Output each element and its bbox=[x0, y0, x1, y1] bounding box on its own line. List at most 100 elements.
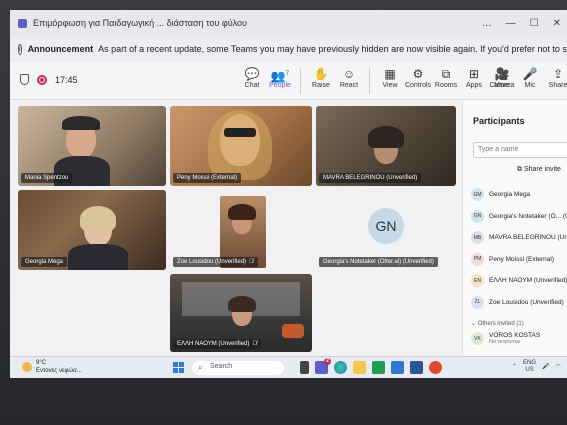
close-button[interactable]: ✕ bbox=[553, 18, 561, 29]
participant-avatar: PM bbox=[471, 252, 484, 266]
announcement-text: As part of a recent update, some Teams y… bbox=[98, 44, 567, 54]
headset-icon bbox=[62, 116, 100, 130]
view-icon: ▦ bbox=[384, 67, 396, 81]
glasses-icon bbox=[224, 128, 256, 137]
tile-name: ΕΛΛΗ ΝΑΟΥΜ (Unverified) 🎙̸ bbox=[173, 339, 261, 349]
participant-hair bbox=[208, 110, 272, 180]
toolbar-button-label: Apps bbox=[466, 82, 482, 89]
mic-off-icon: 🎙̸ bbox=[252, 341, 257, 347]
toolbar-button-view[interactable]: ▦ View bbox=[376, 66, 404, 96]
toolbar-button-label: React bbox=[339, 82, 359, 89]
title-bar: Επιμόρφωση για Παιδαγωγική ... διάσταση … bbox=[10, 10, 567, 36]
participant-avatar: GM bbox=[471, 188, 484, 202]
toolbar-button-rooms[interactable]: ⧉ Rooms bbox=[432, 66, 460, 96]
window-controls: … — ☐ ✕ bbox=[482, 10, 561, 36]
toolbar-divider bbox=[369, 68, 370, 94]
video-tile[interactable]: MAVRA BELEGRINOU (Unverified) bbox=[316, 106, 456, 186]
minimize-button[interactable]: — bbox=[506, 18, 516, 29]
toolbar-button-chat[interactable]: 💬 Chat bbox=[238, 66, 266, 96]
info-icon: i bbox=[18, 43, 22, 55]
toolbar-button-camera[interactable]: 🎥 Camera bbox=[488, 66, 516, 89]
taskbar-apps: 2 bbox=[300, 358, 442, 374]
apps-icon: ⊞ bbox=[468, 67, 480, 81]
rooms-icon: ⧉ bbox=[441, 67, 451, 81]
list-item[interactable]: GM Georgia Mega bbox=[471, 184, 567, 206]
weather-icon[interactable] bbox=[22, 362, 32, 372]
video-tile[interactable]: Zoe Lousidou (Unverified) 🎙̸ bbox=[170, 190, 312, 270]
toolbar-button-label: Camera bbox=[489, 82, 515, 89]
chat-icon: 💬 bbox=[244, 67, 260, 81]
task-view-icon[interactable] bbox=[300, 361, 309, 374]
panel-title: Participants bbox=[473, 116, 525, 126]
tile-name: Zoe Lousidou (Unverified) 🎙̸ bbox=[173, 257, 258, 267]
participant-name: Peny Moissi (External) bbox=[489, 255, 555, 263]
windows-taskbar: 9°C Εντονες νεφώσ... ⌕ Search 2 ⌃ ENG US … bbox=[10, 356, 567, 378]
participant-search-input[interactable]: Type a name bbox=[473, 142, 567, 158]
window-title: Επιμόρφωση για Παιδαγωγική ... διάσταση … bbox=[33, 18, 247, 28]
meeting-timer: 17:45 bbox=[55, 74, 78, 85]
weather-widget[interactable]: 9°C Εντονες νεφώσ... bbox=[36, 359, 82, 375]
react-icon: ☺ bbox=[342, 67, 356, 81]
participant-name: Zoe Lousidou (Unverified) bbox=[489, 298, 564, 306]
participant-name: ΕΛΛΗ ΝΑΟΥΜ (Unverified) bbox=[489, 277, 567, 285]
toolbar-device-actions: 🎥 Camera 🎤 Mic ⇪ Share bbox=[488, 66, 567, 89]
participant-hair bbox=[228, 204, 256, 220]
participant-avatar: MB bbox=[471, 231, 484, 245]
video-tile[interactable]: Georgia Mega bbox=[18, 190, 166, 270]
chevron-up-icon[interactable]: ⌃ bbox=[512, 364, 517, 371]
raise-icon: ✋ bbox=[313, 67, 329, 81]
share-icon: ⇪ bbox=[552, 67, 564, 81]
toolbar-button-apps[interactable]: ⊞ Apps bbox=[460, 66, 488, 96]
excel-icon[interactable] bbox=[372, 361, 385, 374]
list-item[interactable]: MB MAVRA BELEGRINOU (Unverifi bbox=[471, 227, 567, 249]
others-invited-header[interactable]: ⌄ Others invited (1) bbox=[471, 320, 524, 327]
screen: Επιμόρφωση για Παιδαγωγική ... διάσταση … bbox=[10, 10, 567, 378]
language-indicator[interactable]: ENG US bbox=[523, 360, 536, 374]
word-icon[interactable] bbox=[410, 361, 423, 374]
maximize-button[interactable]: ☐ bbox=[530, 18, 539, 29]
announcement-label: Announcement bbox=[27, 44, 94, 54]
tile-name: Mania Spentzou bbox=[21, 173, 73, 183]
toolbar-button-mic[interactable]: 🎤 Mic bbox=[516, 66, 544, 89]
toolbar-button-share[interactable]: ⇪ Share bbox=[544, 66, 567, 89]
video-tile[interactable]: ΕΛΛΗ ΝΑΟΥΜ (Unverified) 🎙̸ bbox=[170, 274, 312, 352]
more-options-icon[interactable]: … bbox=[482, 18, 492, 29]
tile-name: MAVRA BELEGRINOU (Unverified) bbox=[319, 173, 422, 183]
video-tile[interactable]: Peny Moissi (External) bbox=[170, 106, 312, 186]
background-chair bbox=[282, 324, 304, 338]
participant-hair bbox=[368, 126, 404, 148]
list-item[interactable]: VK VOROS KOSTAS No response bbox=[471, 332, 540, 345]
edge-icon[interactable] bbox=[334, 361, 347, 374]
start-button[interactable] bbox=[173, 362, 184, 373]
participant-count-badge: 7 bbox=[285, 71, 290, 77]
taskbar-search-input[interactable]: ⌕ Search bbox=[192, 361, 284, 375]
list-item[interactable]: ZL Zoe Lousidou (Unverified) bbox=[471, 292, 567, 314]
video-tile[interactable]: GN Georgia's Notetaker (Otter.ai) (Unver… bbox=[316, 190, 456, 270]
recording-icon bbox=[37, 74, 47, 85]
participant-name: MAVRA BELEGRINOU (Unverifi bbox=[489, 234, 567, 242]
toolbar-actions: 💬 Chat 👥7 People ✋ Raise ☺ React ▦ View ⚙ Controls ⧉… bbox=[238, 66, 516, 96]
outlook-icon[interactable] bbox=[391, 361, 404, 374]
teams-icon[interactable]: 2 bbox=[315, 358, 331, 374]
participant-name: VOROS KOSTAS bbox=[489, 332, 541, 339]
toolbar-button-raise[interactable]: ✋ Raise bbox=[307, 66, 335, 96]
toolbar-button-label: View bbox=[382, 82, 398, 89]
browser-icon[interactable] bbox=[429, 361, 442, 374]
file-explorer-icon[interactable] bbox=[353, 361, 366, 374]
toolbar-button-people[interactable]: 👥7 People bbox=[266, 66, 294, 96]
mic-icon[interactable]: 🎤 bbox=[542, 364, 549, 371]
camera-icon: 🎥 bbox=[494, 67, 510, 81]
toolbar-button-label: Mic bbox=[524, 82, 536, 89]
toolbar-button-label: Rooms bbox=[434, 82, 458, 89]
search-icon: ⌕ bbox=[198, 363, 203, 372]
wifi-icon[interactable]: ◠ bbox=[556, 364, 561, 371]
list-item[interactable]: GN Georgia's Notetaker (O... (Unv bbox=[471, 206, 567, 228]
list-item[interactable]: PM Peny Moissi (External) bbox=[471, 249, 567, 271]
share-invite-button[interactable]: ⧉ Share invite bbox=[517, 166, 561, 174]
toolbar-button-controls[interactable]: ⚙ Controls bbox=[404, 66, 432, 96]
video-tile[interactable]: Mania Spentzou bbox=[18, 106, 166, 186]
list-item[interactable]: EN ΕΛΛΗ ΝΑΟΥΜ (Unverified) bbox=[471, 270, 567, 292]
toolbar-button-react[interactable]: ☺ React bbox=[335, 66, 363, 96]
toolbar-divider bbox=[300, 68, 301, 94]
video-stage: Mania Spentzou Peny Moissi (External) MA… bbox=[10, 100, 462, 356]
